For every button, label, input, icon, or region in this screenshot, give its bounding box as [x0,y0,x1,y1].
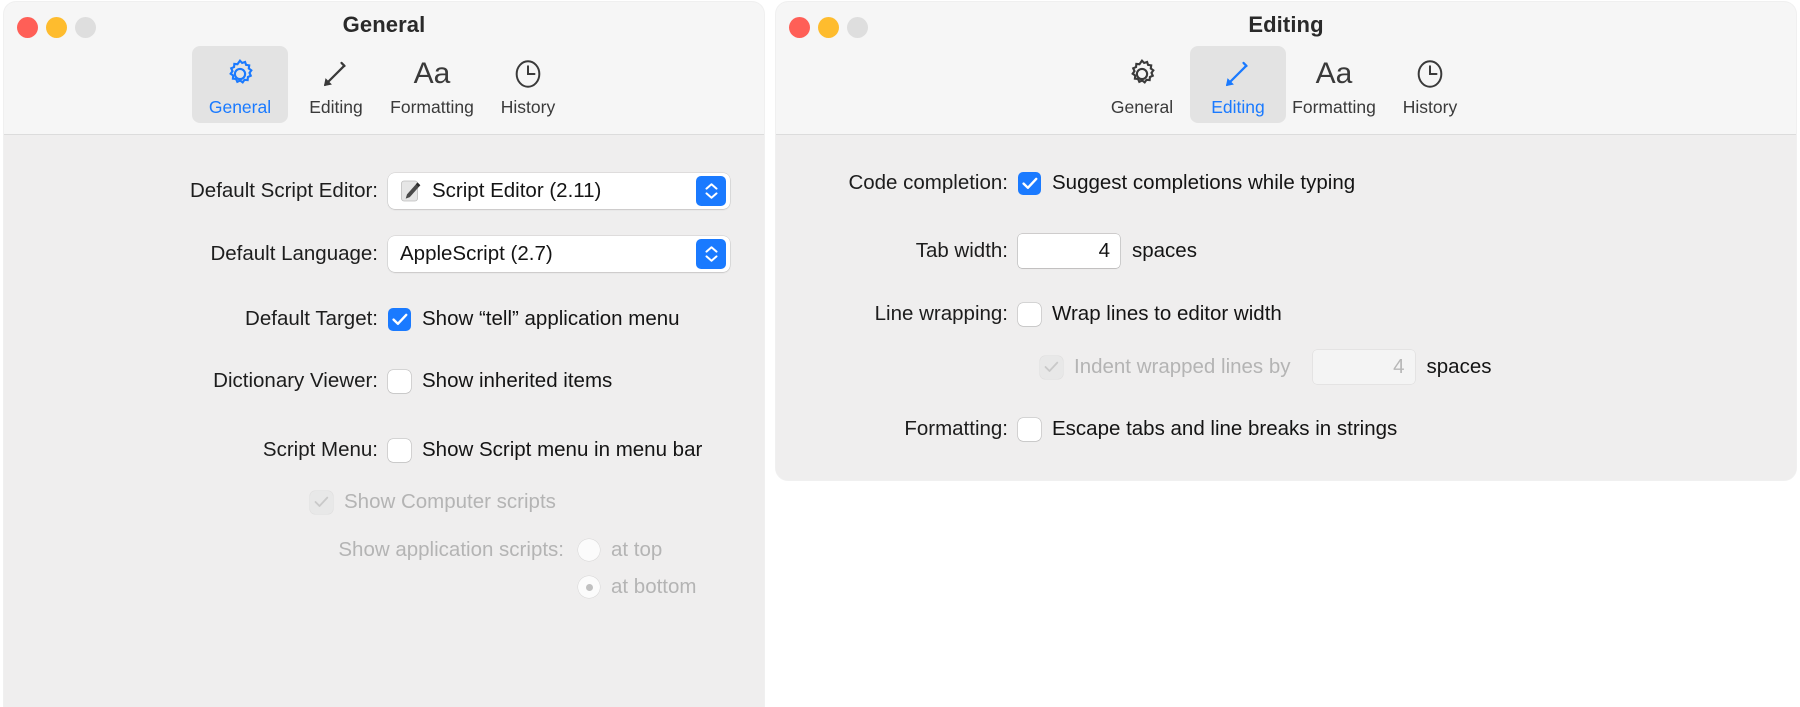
tab-history-label: History [1402,97,1458,117]
script-menu-label: Script Menu: [262,438,378,461]
formatting-checkbox[interactable] [1018,417,1041,441]
show-computer-scripts-label: Show Computer scripts [344,490,556,513]
default-script-editor-value: Script Editor (2.11) [432,178,602,202]
indent-wrapped-lines-input: 4 [1312,350,1415,384]
row-tab-width: Tab width: 4 spaces [776,234,1796,268]
tab-editing[interactable]: Editing [1190,46,1286,123]
indent-wrapped-lines-checkbox [1040,355,1063,379]
aa-icon: Aa [414,54,451,94]
tab-general[interactable]: General [192,46,288,123]
formatting-label: Formatting: [904,417,1008,440]
general-content-pane: Default Script Editor: Script Editor (2.… [4,135,764,707]
default-language-stepper[interactable] [696,239,726,269]
radio-at-top-label: at top [611,538,663,561]
default-target-checkbox-label: Show “tell” application menu [422,307,680,330]
editing-toolbar: General Editing Aa Formatting History [776,46,1796,123]
show-computer-scripts-checkbox [310,490,333,514]
tab-history[interactable]: History [1382,46,1478,123]
row-default-target: Default Target: Show “tell” application … [4,307,730,331]
indent-wrapped-lines-suffix: spaces [1426,355,1492,378]
line-wrapping-label: Line wrapping: [874,302,1008,325]
tab-history[interactable]: History [480,46,576,123]
tab-editing-label: Editing [1211,97,1265,117]
formatting-checkbox-label: Escape tabs and line breaks in strings [1052,417,1398,440]
row-default-script-editor: Default Script Editor: Script Editor (2.… [4,173,730,209]
row-default-language: Default Language: AppleScript (2.7) [4,236,730,272]
line-wrapping-checkbox[interactable] [1018,302,1041,326]
row-dictionary-viewer: Dictionary Viewer: Show inherited items [4,369,730,393]
chevron-down-icon [705,192,718,199]
chevron-up-icon [705,246,718,253]
general-window-title: General [342,12,426,37]
radio-at-top [578,539,600,561]
clock-icon [511,54,545,94]
default-target-label: Default Target: [245,307,378,330]
pencil-icon [319,54,353,94]
default-language-value: AppleScript (2.7) [400,241,553,265]
tab-general-label: General [1110,97,1174,117]
chevron-down-icon [705,255,718,262]
dictionary-viewer-checkbox[interactable] [388,369,411,393]
default-target-checkbox[interactable] [388,307,411,331]
default-language-label: Default Language: [210,242,378,265]
general-window-titlebar: General General Editing Aa Formatting Hi… [4,2,764,135]
aa-glyph-text: Aa [1315,57,1353,90]
default-script-editor-popup[interactable]: Script Editor (2.11) [388,173,730,209]
row-code-completion: Code completion: Suggest completions whi… [776,171,1796,195]
pencil-icon [1221,54,1255,94]
code-completion-checkbox[interactable] [1018,171,1041,195]
editing-content-pane: Code completion: Suggest completions whi… [776,135,1796,480]
tab-general[interactable]: General [1094,46,1190,123]
chevron-up-icon [705,183,718,190]
tab-width-suffix: spaces [1132,239,1197,262]
tab-general-label: General [208,97,272,117]
editing-window-titlebar: Editing General Editing Aa Formatting Hi… [776,2,1796,135]
radio-at-bottom [578,576,600,598]
default-script-editor-stepper[interactable] [696,176,726,206]
default-language-popup[interactable]: AppleScript (2.7) [388,236,730,272]
row-script-menu: Script Menu: Show Script menu in menu ba… [4,438,730,462]
tab-width-label: Tab width: [915,239,1008,262]
tab-formatting[interactable]: Aa Formatting [384,46,480,123]
row-indent-wrapped-lines: Indent wrapped lines by 4 spaces [1040,350,1492,384]
radio-selected-dot [585,583,593,591]
row-formatting: Formatting: Escape tabs and line breaks … [776,417,1796,441]
script-editor-app-icon [398,178,424,204]
show-application-scripts-label: Show application scripts: [338,538,564,561]
dictionary-viewer-label: Dictionary Viewer: [213,369,378,392]
script-menu-checkbox[interactable] [388,438,411,462]
dictionary-viewer-checkbox-label: Show inherited items [422,369,613,392]
editing-preferences-window: Editing General Editing Aa Formatting Hi… [776,2,1796,480]
tab-width-input[interactable]: 4 [1018,234,1120,268]
code-completion-checkbox-label: Suggest completions while typing [1052,171,1356,194]
editing-window-title: Editing [1248,12,1324,37]
tab-formatting[interactable]: Aa Formatting [1286,46,1382,123]
tab-editing-label: Editing [309,97,363,117]
row-show-computer-scripts: Show Computer scripts [310,490,556,514]
line-wrapping-checkbox-label: Wrap lines to editor width [1052,302,1282,325]
row-line-wrapping: Line wrapping: Wrap lines to editor widt… [776,302,1796,326]
radio-at-bottom-label: at bottom [611,575,697,598]
general-preferences-window: General General Editing Aa Formatting Hi… [4,2,764,707]
tab-formatting-label: Formatting [390,97,474,117]
aa-icon: Aa [1316,54,1353,94]
general-toolbar: General Editing Aa Formatting History [4,46,764,123]
tab-formatting-label: Formatting [1292,97,1376,117]
default-script-editor-label: Default Script Editor: [190,179,378,202]
aa-glyph-text: Aa [413,57,451,90]
row-show-application-scripts-top: Show application scripts: at top [4,538,730,562]
script-menu-checkbox-label: Show Script menu in menu bar [422,438,703,461]
row-show-application-scripts-bottom: at bottom [4,575,730,599]
tab-history-label: History [500,97,556,117]
tab-editing[interactable]: Editing [288,46,384,123]
gear-icon [1125,54,1159,94]
clock-icon [1413,54,1447,94]
gear-icon [223,54,257,94]
code-completion-label: Code completion: [848,171,1008,194]
screenshot-stage: General General Editing Aa Formatting Hi… [0,0,1800,707]
indent-wrapped-lines-label: Indent wrapped lines by [1074,355,1291,378]
